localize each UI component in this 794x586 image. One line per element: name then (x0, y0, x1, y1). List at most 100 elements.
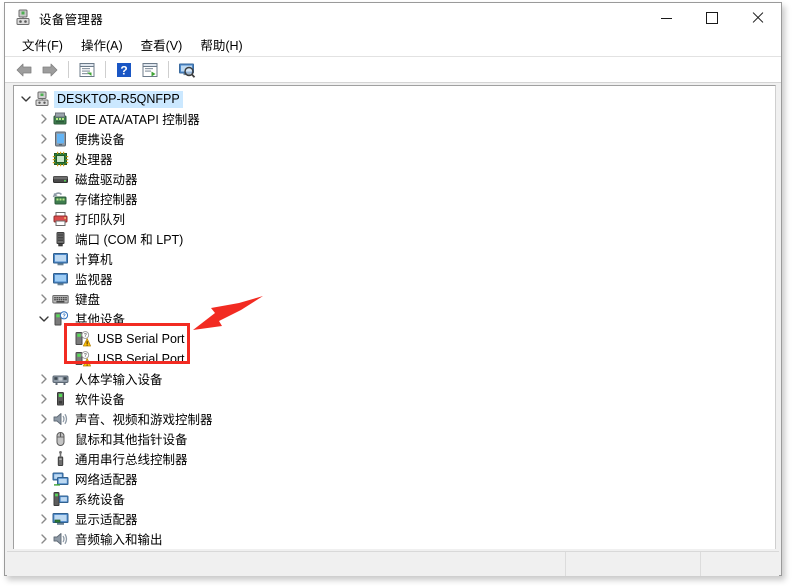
chevron-right-icon[interactable] (36, 274, 52, 284)
chevron-right-icon[interactable] (36, 414, 52, 424)
unknown-device-icon: ? (52, 311, 69, 327)
tree-node-label: 存储控制器 (75, 193, 138, 207)
title-bar: 设备管理器 (5, 3, 781, 33)
computer-node-icon (52, 251, 69, 267)
menu-view[interactable]: 查看(V) (132, 33, 192, 56)
tree-node[interactable]: IDE ATA/ATAPI 控制器 (14, 109, 775, 129)
chevron-right-icon[interactable] (36, 454, 52, 464)
update-driver-icon[interactable] (138, 59, 162, 81)
chevron-right-icon[interactable] (36, 434, 52, 444)
chevron-right-icon[interactable] (36, 494, 52, 504)
tree-node[interactable]: 磁盘驱动器 (14, 169, 775, 189)
tree-node-label: 声音、视频和游戏控制器 (75, 413, 213, 427)
chevron-right-icon[interactable] (36, 234, 52, 244)
tree-node-warning[interactable]: ? USB Serial Port (14, 349, 775, 369)
tree-node-label: 磁盘驱动器 (75, 173, 138, 187)
chevron-right-icon[interactable] (36, 294, 52, 304)
window-controls (643, 3, 781, 33)
tree-node-label: 显示适配器 (75, 513, 138, 527)
tree-node-label: 计算机 (75, 253, 113, 267)
tree-node[interactable]: 显示适配器 (14, 509, 775, 529)
status-pane-1 (7, 552, 565, 576)
keyboard-icon (52, 291, 69, 307)
system-device-icon (52, 491, 69, 507)
menu-bar: 文件(F) 操作(A) 查看(V) 帮助(H) (5, 33, 781, 57)
toolbar-separator (68, 61, 69, 78)
chevron-right-icon[interactable] (36, 154, 52, 164)
svg-text:?: ? (120, 63, 127, 77)
software-device-icon (52, 391, 69, 407)
chevron-right-icon[interactable] (36, 514, 52, 524)
chevron-right-icon[interactable] (36, 114, 52, 124)
forward-icon[interactable] (38, 59, 62, 81)
scan-hardware-icon[interactable] (175, 59, 199, 81)
tree-node[interactable]: 便携设备 (14, 129, 775, 149)
device-manager-icon (14, 9, 32, 27)
chevron-down-icon[interactable] (36, 315, 52, 323)
chevron-right-icon[interactable] (36, 174, 52, 184)
tree-node[interactable]: 端口 (COM 和 LPT) (14, 229, 775, 249)
tree-node[interactable]: 计算机 (14, 249, 775, 269)
tree-root-node[interactable]: DESKTOP-R5QNFPP (14, 89, 775, 109)
device-tree-panel[interactable]: DESKTOP-R5QNFPP IDE ATA/ATAPI 控制器便携设备处理器磁… (13, 85, 776, 549)
help-icon[interactable]: ? (112, 59, 136, 81)
toolbar-separator (105, 61, 106, 78)
close-button[interactable] (735, 3, 781, 33)
network-adapter-icon (52, 471, 69, 487)
device-tree: DESKTOP-R5QNFPP IDE ATA/ATAPI 控制器便携设备处理器磁… (14, 86, 775, 549)
tree-node[interactable]: 处理器 (14, 149, 775, 169)
processor-icon (52, 151, 69, 167)
tree-node[interactable]: 软件设备 (14, 389, 775, 409)
tree-node[interactable]: 网络适配器 (14, 469, 775, 489)
tree-node[interactable]: 通用串行总线控制器 (14, 449, 775, 469)
tree-node[interactable]: 人体学输入设备 (14, 369, 775, 389)
maximize-button[interactable] (689, 3, 735, 33)
tree-node[interactable]: 鼠标和其他指针设备 (14, 429, 775, 449)
tree-node-warning[interactable]: ? USB Serial Port (14, 329, 775, 349)
tree-node[interactable]: 声音、视频和游戏控制器 (14, 409, 775, 429)
tree-node-label: USB Serial Port (97, 331, 185, 346)
tree-node[interactable]: 系统设备 (14, 489, 775, 509)
tree-node[interactable]: 音频输入和输出 (14, 529, 775, 549)
chevron-down-icon[interactable] (18, 95, 34, 103)
properties-icon[interactable] (75, 59, 99, 81)
svg-text:?: ? (84, 353, 87, 359)
warning-device-icon: ? (74, 351, 91, 367)
chevron-right-icon[interactable] (36, 214, 52, 224)
monitor-icon (52, 271, 69, 287)
menu-help[interactable]: 帮助(H) (191, 33, 251, 56)
chevron-right-icon[interactable] (36, 374, 52, 384)
ports-icon (52, 231, 69, 247)
chevron-right-icon[interactable] (36, 534, 52, 544)
minimize-button[interactable] (643, 3, 689, 33)
content-area: DESKTOP-R5QNFPP IDE ATA/ATAPI 控制器便携设备处理器磁… (5, 83, 781, 549)
chevron-right-icon[interactable] (36, 134, 52, 144)
tree-node-label: 监视器 (75, 273, 113, 287)
tree-node-label: 端口 (COM 和 LPT) (75, 233, 184, 247)
tree-node-label: 打印队列 (75, 213, 126, 227)
print-queue-icon (52, 211, 69, 227)
ide-controller-icon (52, 111, 69, 127)
status-bar (7, 551, 779, 576)
chevron-right-icon[interactable] (36, 254, 52, 264)
menu-file[interactable]: 文件(F) (13, 33, 72, 56)
storage-controller-icon (52, 191, 69, 207)
chevron-right-icon[interactable] (36, 394, 52, 404)
tree-node-label: 便携设备 (75, 133, 126, 147)
svg-text:?: ? (84, 333, 87, 339)
tree-node-label: USB Serial Port (97, 351, 185, 366)
tree-node-label: 键盘 (75, 293, 101, 307)
tree-node-label: 鼠标和其他指针设备 (75, 433, 188, 447)
warning-device-icon: ? (74, 331, 91, 347)
chevron-right-icon[interactable] (36, 194, 52, 204)
menu-action[interactable]: 操作(A) (72, 33, 132, 56)
tree-node[interactable]: ? 其他设备 (14, 309, 775, 329)
tree-node-label: 人体学输入设备 (75, 373, 163, 387)
tree-node[interactable]: 键盘 (14, 289, 775, 309)
chevron-right-icon[interactable] (36, 474, 52, 484)
tree-node[interactable]: 存储控制器 (14, 189, 775, 209)
tree-node[interactable]: 打印队列 (14, 209, 775, 229)
computer-icon (34, 91, 51, 107)
tree-node[interactable]: 监视器 (14, 269, 775, 289)
back-icon[interactable] (12, 59, 36, 81)
